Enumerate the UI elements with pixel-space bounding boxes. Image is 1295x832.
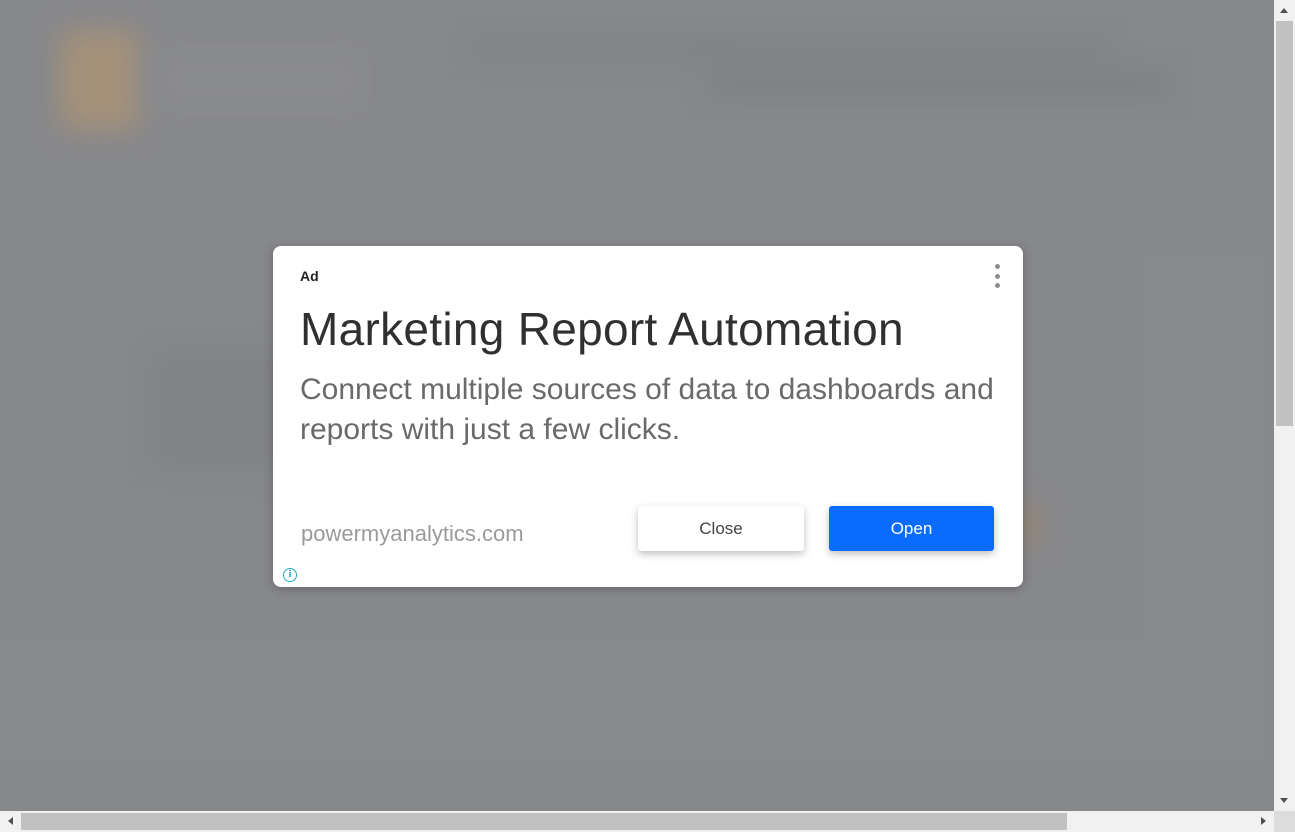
horizontal-scroll-thumb[interactable] <box>21 813 1067 830</box>
ad-label: Ad <box>300 268 319 284</box>
open-button[interactable]: Open <box>829 506 994 551</box>
ad-description[interactable]: Connect multiple sources of data to dash… <box>300 370 1000 450</box>
ad-domain[interactable]: powermyanalytics.com <box>301 521 524 547</box>
ad-headline[interactable]: Marketing Report Automation <box>300 302 904 356</box>
menu-dot <box>994 264 1000 269</box>
scroll-right-icon[interactable] <box>1261 817 1266 825</box>
scrollbar-corner <box>1274 811 1295 832</box>
scroll-down-icon[interactable] <box>1280 798 1288 803</box>
menu-dot <box>994 283 1000 288</box>
more-vert-icon[interactable] <box>989 264 1005 288</box>
info-icon[interactable]: i <box>283 568 297 582</box>
menu-dot <box>994 273 1000 279</box>
close-button[interactable]: Close <box>638 506 804 551</box>
horizontal-scrollbar[interactable] <box>0 811 1274 832</box>
ad-dialog: Ad Marketing Report Automation Connect m… <box>273 246 1023 587</box>
vertical-scroll-thumb[interactable] <box>1276 21 1293 426</box>
scroll-up-icon[interactable] <box>1280 8 1288 13</box>
vertical-scrollbar[interactable] <box>1274 0 1295 811</box>
scroll-left-icon[interactable] <box>8 817 13 825</box>
page: Ad Marketing Report Automation Connect m… <box>0 0 1295 832</box>
